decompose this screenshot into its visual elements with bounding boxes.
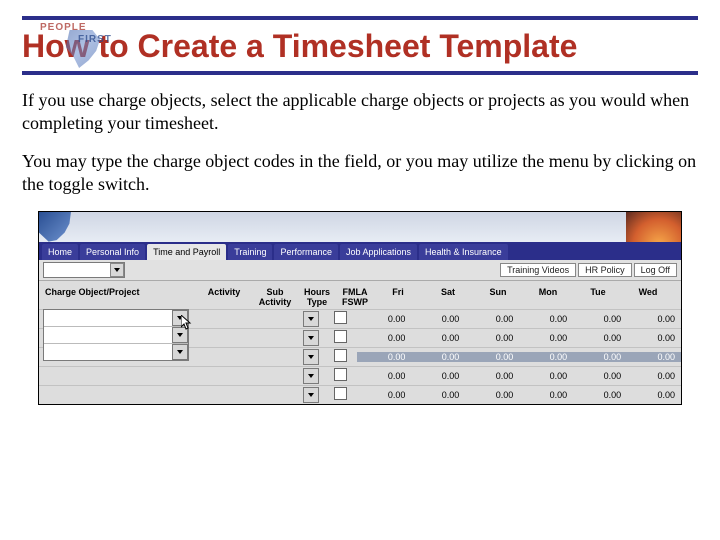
charge-object-input-1[interactable] [44, 310, 172, 326]
charge-object-toggle-1[interactable] [172, 310, 188, 326]
tab-personal-info[interactable]: Personal Info [80, 244, 145, 260]
hours-type-dropdown[interactable] [303, 387, 319, 403]
col-header-hours-type: Hours Type [297, 287, 337, 307]
cell-value[interactable]: 0.00 [357, 333, 411, 343]
paragraph-2: You may type the charge object codes in … [22, 150, 698, 197]
tab-bar: Home Personal Info Time and Payroll Trai… [39, 242, 681, 260]
cell-value[interactable]: 0.00 [357, 352, 411, 362]
chevron-down-icon[interactable] [110, 263, 124, 277]
col-header-activity: Activity [195, 287, 253, 307]
cell-value[interactable]: 0.00 [573, 314, 627, 324]
table-row: 0.00 0.00 0.00 0.00 0.00 0.00 [39, 385, 681, 404]
app-banner [39, 212, 681, 242]
cell-value[interactable]: 0.00 [519, 314, 573, 324]
cell-value[interactable]: 0.00 [573, 390, 627, 400]
link-hr-policy[interactable]: HR Policy [578, 263, 632, 277]
people-first-logo: PEOPLE FIRST [22, 22, 112, 70]
fmla-checkbox[interactable] [334, 311, 347, 324]
cell-value[interactable]: 0.00 [519, 352, 573, 362]
sunset-image [626, 212, 681, 242]
col-header-day-tue: Tue [573, 287, 623, 307]
subnav-dropdown[interactable] [43, 262, 125, 278]
cell-value[interactable]: 0.00 [627, 390, 681, 400]
cell-value[interactable]: 0.00 [519, 371, 573, 381]
page-title: How to Create a Timesheet Template [22, 26, 698, 65]
col-header-charge-object: Charge Object/Project [39, 287, 195, 307]
cell-value[interactable]: 0.00 [573, 352, 627, 362]
cell-value[interactable]: 0.00 [357, 371, 411, 381]
cell-value[interactable]: 0.00 [357, 390, 411, 400]
cell-value[interactable]: 0.00 [411, 352, 465, 362]
col-header-day-wed: Wed [623, 287, 673, 307]
table-row: 0.00 0.00 0.00 0.00 0.00 0.00 [39, 366, 681, 385]
tab-home[interactable]: Home [42, 244, 78, 260]
tab-job-applications[interactable]: Job Applications [340, 244, 417, 260]
top-rule [22, 16, 698, 20]
charge-object-toggle-3[interactable] [172, 344, 188, 360]
charge-object-toggle-2[interactable] [172, 327, 188, 343]
charge-object-input-3[interactable] [44, 344, 172, 360]
florida-icon [39, 212, 71, 242]
cell-value[interactable]: 0.00 [573, 371, 627, 381]
col-header-sub-activity: Sub Activity [253, 287, 297, 307]
app-screenshot: Home Personal Info Time and Payroll Trai… [38, 211, 682, 405]
cell-value[interactable]: 0.00 [357, 314, 411, 324]
logo-text-first: FIRST [78, 34, 112, 45]
cell-value[interactable]: 0.00 [573, 333, 627, 343]
col-header-fmla: FMLA FSWP [337, 287, 373, 307]
cell-value[interactable]: 0.00 [627, 314, 681, 324]
tab-training[interactable]: Training [228, 244, 272, 260]
cell-value[interactable]: 0.00 [627, 352, 681, 362]
link-training-videos[interactable]: Training Videos [500, 263, 576, 277]
cell-value[interactable]: 0.00 [411, 371, 465, 381]
cell-value[interactable]: 0.00 [627, 371, 681, 381]
charge-object-input-2[interactable] [44, 327, 172, 343]
sub-toolbar: Training Videos HR Policy Log Off [39, 260, 681, 281]
tab-health-insurance[interactable]: Health & Insurance [419, 244, 508, 260]
charge-object-input-group [43, 309, 189, 361]
under-title-rule [22, 71, 698, 75]
cell-value[interactable]: 0.00 [465, 352, 519, 362]
cell-value[interactable]: 0.00 [465, 390, 519, 400]
tab-time-and-payroll[interactable]: Time and Payroll [147, 244, 226, 260]
col-header-day-sun: Sun [473, 287, 523, 307]
paragraph-1: If you use charge objects, select the ap… [22, 89, 698, 136]
hours-type-dropdown[interactable] [303, 311, 319, 327]
fmla-checkbox[interactable] [334, 368, 347, 381]
cell-value[interactable]: 0.00 [627, 333, 681, 343]
col-header-day-sat: Sat [423, 287, 473, 307]
cell-value[interactable]: 0.00 [519, 390, 573, 400]
cell-value[interactable]: 0.00 [411, 314, 465, 324]
fmla-checkbox[interactable] [334, 387, 347, 400]
hours-type-dropdown[interactable] [303, 368, 319, 384]
cell-value[interactable]: 0.00 [465, 314, 519, 324]
cell-value[interactable]: 0.00 [465, 371, 519, 381]
timesheet-grid: Charge Object/Project Activity Sub Activ… [39, 281, 681, 404]
logo-text-people: PEOPLE [40, 22, 87, 33]
cell-value[interactable]: 0.00 [411, 333, 465, 343]
cell-value[interactable]: 0.00 [411, 390, 465, 400]
hours-type-dropdown[interactable] [303, 330, 319, 346]
fmla-checkbox[interactable] [334, 330, 347, 343]
fmla-checkbox[interactable] [334, 349, 347, 362]
col-header-day-fri: Fri [373, 287, 423, 307]
hours-type-dropdown[interactable] [303, 349, 319, 365]
tab-performance[interactable]: Performance [274, 244, 338, 260]
cell-value[interactable]: 0.00 [519, 333, 573, 343]
link-log-off[interactable]: Log Off [634, 263, 677, 277]
col-header-day-mon: Mon [523, 287, 573, 307]
cell-value[interactable]: 0.00 [465, 333, 519, 343]
grid-header-row: Charge Object/Project Activity Sub Activ… [39, 287, 681, 307]
